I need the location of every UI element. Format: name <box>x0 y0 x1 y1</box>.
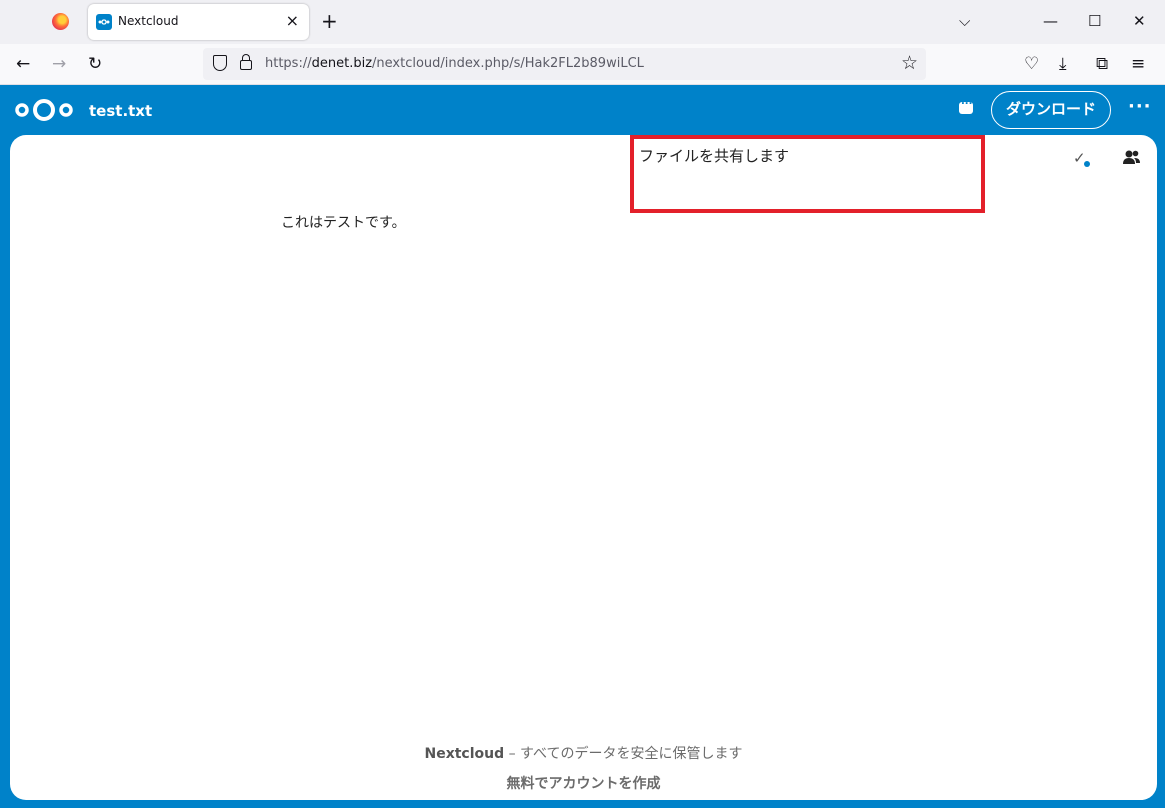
nextcloud-favicon-icon <box>96 14 112 30</box>
create-account-link[interactable]: 無料でアカウントを作成 <box>10 773 1157 793</box>
file-name-heading: test.txt <box>89 102 153 120</box>
app-menu-icon[interactable]: ≡ <box>1131 53 1145 75</box>
sync-status-dot <box>1084 161 1090 167</box>
footer-brand-link[interactable]: Nextcloud <box>424 746 504 762</box>
share-highlight-box: ファイルを共有します <box>630 135 985 213</box>
nextcloud-page: test.txt ダウンロード ··· これはテストです。 ファイルを共有します… <box>0 85 1165 808</box>
maximize-button[interactable]: ☐ <box>1088 10 1101 32</box>
forward-icon[interactable]: → <box>52 53 66 75</box>
url-text[interactable]: https://denet.biz/nextcloud/index.php/s/… <box>265 56 644 71</box>
more-options-icon[interactable]: ··· <box>1128 97 1152 117</box>
lock-icon[interactable] <box>240 54 252 70</box>
list-all-tabs-icon[interactable]: ⌵ <box>959 10 970 32</box>
tab-nextcloud[interactable]: Nextcloud × <box>88 4 309 40</box>
back-icon[interactable]: ← <box>16 53 30 75</box>
reload-icon[interactable]: ↻ <box>88 53 102 75</box>
firefox-logo-icon[interactable] <box>52 13 69 30</box>
nextcloud-logo-icon[interactable] <box>14 98 74 122</box>
text-viewer-panel: これはテストです。 ファイルを共有します ✓ Nextcloud – すべてのデ… <box>10 135 1157 800</box>
tab-title: Nextcloud <box>118 14 179 28</box>
extensions-icon[interactable]: ⧉ <box>1096 53 1108 75</box>
pocket-icon[interactable]: ♡ <box>1024 53 1039 75</box>
comment-icon[interactable] <box>959 96 973 114</box>
close-window-button[interactable]: ✕ <box>1133 10 1146 32</box>
browser-tab-strip: Nextcloud × + ⌵ — ☐ ✕ <box>0 0 1165 44</box>
downloads-icon[interactable]: ⤓ <box>1059 53 1067 75</box>
share-label: ファイルを共有します <box>639 147 790 165</box>
address-bar[interactable]: https://denet.biz/nextcloud/index.php/s/… <box>203 48 926 80</box>
download-button[interactable]: ダウンロード <box>991 91 1111 129</box>
file-content-text[interactable]: これはテストです。 <box>281 212 406 232</box>
minimize-button[interactable]: — <box>1043 10 1058 32</box>
tab-close-icon[interactable]: × <box>286 12 299 30</box>
users-icon[interactable] <box>1123 150 1140 164</box>
footer-tagline: Nextcloud – すべてのデータを安全に保管します <box>424 746 743 762</box>
bookmark-star-icon[interactable]: ☆ <box>901 52 918 74</box>
browser-toolbar: ← → ↻ https://denet.biz/nextcloud/index.… <box>0 44 1165 85</box>
new-tab-button[interactable]: + <box>321 10 338 32</box>
tracking-protection-shield-icon[interactable] <box>213 55 227 71</box>
